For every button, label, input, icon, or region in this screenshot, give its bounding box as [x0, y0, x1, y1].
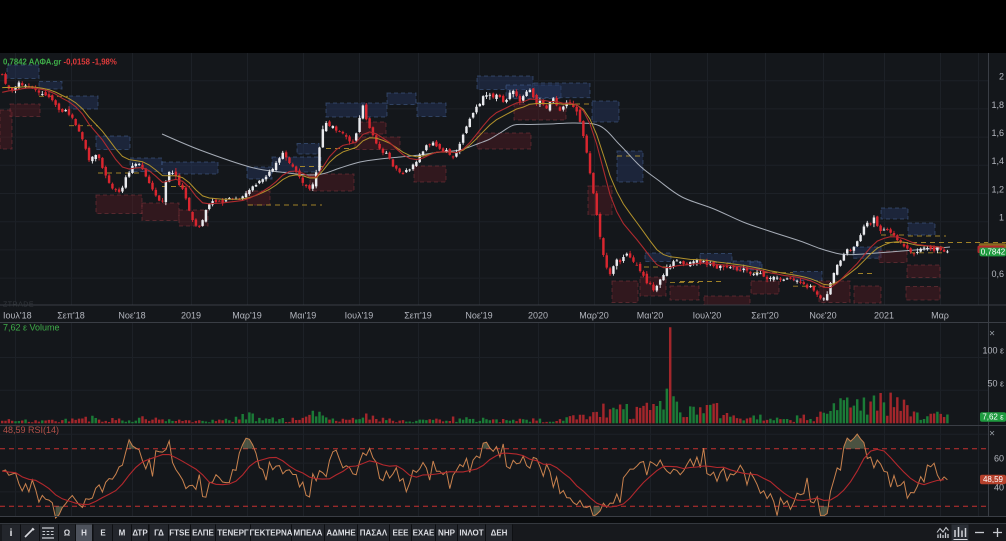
svg-text:ΑΔΜΗΕ: ΑΔΜΗΕ — [326, 529, 356, 538]
svg-text:0,6: 0,6 — [991, 269, 1004, 279]
svg-text:Μαρ'19: Μαρ'19 — [232, 311, 262, 321]
svg-text:ΔΤΡ: ΔΤΡ — [132, 529, 148, 538]
svg-text:ΓΕΚΤΕΡΝΑ: ΓΕΚΤΕΡΝΑ — [249, 529, 292, 538]
svg-text:FTSE: FTSE — [169, 529, 190, 538]
svg-text:Ιουλ'20: Ιουλ'20 — [693, 311, 722, 321]
svg-text:Σεπ'19: Σεπ'19 — [404, 311, 432, 321]
svg-text:48,59 RSI(14): 48,59 RSI(14) — [3, 425, 59, 435]
svg-text:1: 1 — [999, 213, 1004, 223]
svg-text:0,7842 ΑΛΦΑ.gr -0,0158 -1,98%: 0,7842 ΑΛΦΑ.gr -0,0158 -1,98% — [3, 58, 117, 67]
svg-text:ΝΗΡ: ΝΗΡ — [438, 529, 456, 538]
svg-text:ΕΕΕ: ΕΕΕ — [392, 529, 409, 538]
svg-text:2020: 2020 — [528, 311, 548, 321]
svg-text:Μ: Μ — [119, 529, 126, 538]
svg-text:Σεπ'20: Σεπ'20 — [751, 311, 779, 321]
svg-text:Μαρ: Μαρ — [931, 311, 949, 321]
svg-text:×: × — [989, 429, 995, 440]
svg-text:ΙΝΛΟΤ: ΙΝΛΟΤ — [459, 529, 483, 538]
svg-text:48,59: 48,59 — [983, 475, 1004, 484]
svg-text:7,62 ε Volume: 7,62 ε Volume — [3, 323, 60, 333]
svg-text:1,6: 1,6 — [991, 128, 1004, 138]
svg-text:Νοε'18: Νοε'18 — [118, 311, 145, 321]
svg-text:1,8: 1,8 — [991, 100, 1004, 110]
svg-text:Ε: Ε — [100, 529, 106, 538]
svg-text:Νοε'20: Νοε'20 — [809, 311, 836, 321]
svg-text:Μαι'19: Μαι'19 — [290, 311, 316, 321]
svg-text:ΤΕΝΕΡΓ: ΤΕΝΕΡΓ — [217, 529, 249, 538]
svg-text:ΖΤRADE: ΖΤRADE — [3, 302, 34, 309]
svg-text:Ιουλ'18: Ιουλ'18 — [3, 311, 32, 321]
svg-text:×: × — [989, 329, 995, 340]
svg-text:Ω: Ω — [64, 529, 71, 538]
svg-text:ΕΛΠΕ: ΕΛΠΕ — [192, 529, 214, 538]
svg-text:2: 2 — [999, 72, 1004, 82]
svg-text:ΔΕΗ: ΔΕΗ — [491, 529, 508, 538]
svg-text:1,2: 1,2 — [991, 184, 1004, 194]
svg-text:ΓΔ: ΓΔ — [154, 529, 164, 538]
svg-text:2021: 2021 — [874, 311, 894, 321]
svg-text:7,62 ε: 7,62 ε — [982, 413, 1004, 422]
svg-text:i: i — [10, 528, 13, 539]
svg-text:Μαρ'20: Μαρ'20 — [579, 311, 609, 321]
svg-text:100 ε: 100 ε — [982, 346, 1004, 356]
svg-text:Μαι'20: Μαι'20 — [637, 311, 663, 321]
svg-text:Σεπ'18: Σεπ'18 — [57, 311, 85, 321]
svg-text:1,4: 1,4 — [991, 156, 1004, 166]
svg-text:Η: Η — [81, 529, 87, 538]
svg-text:50 ε: 50 ε — [987, 378, 1004, 388]
svg-text:Ιουλ'19: Ιουλ'19 — [345, 311, 374, 321]
svg-text:2019: 2019 — [181, 311, 201, 321]
svg-text:60: 60 — [994, 454, 1004, 464]
svg-text:ΠΑΣΑΛ: ΠΑΣΑΛ — [360, 529, 388, 538]
svg-text:Νοε'19: Νοε'19 — [465, 311, 492, 321]
svg-text:ΕΧΑΕ: ΕΧΑΕ — [413, 529, 435, 538]
svg-text:0,7842: 0,7842 — [981, 248, 1006, 257]
svg-text:ΜΠΕΛΑ: ΜΠΕΛΑ — [294, 529, 323, 538]
